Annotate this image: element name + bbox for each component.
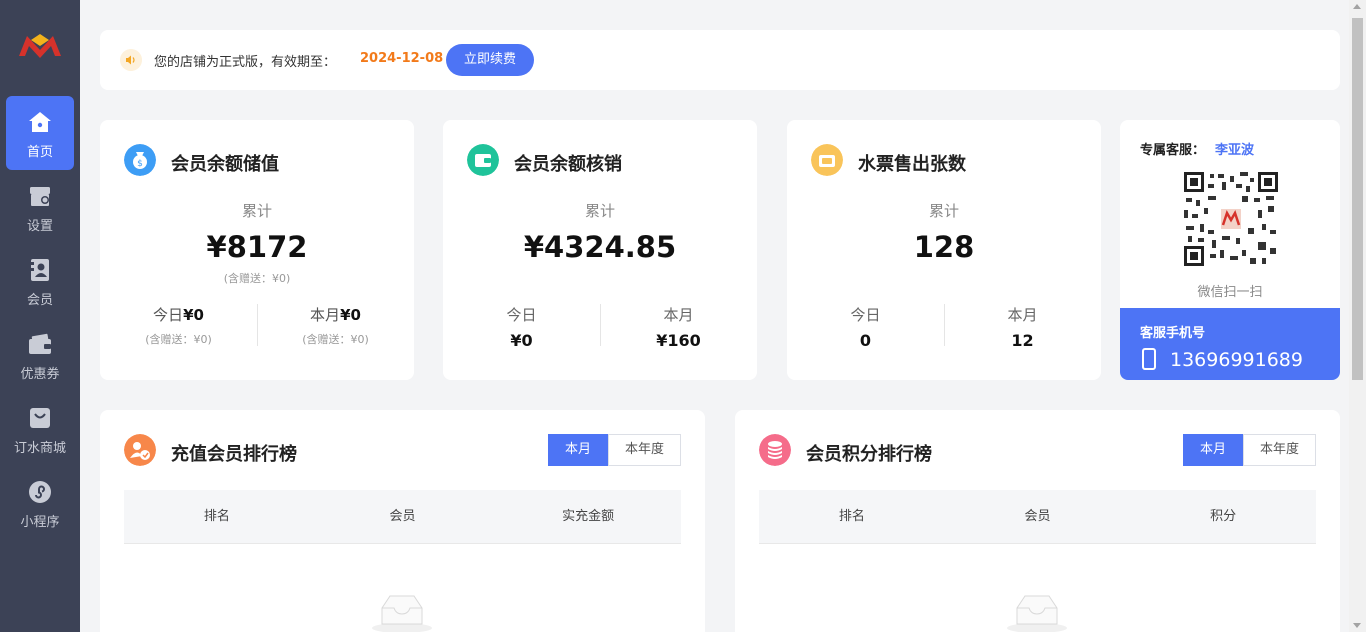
column-header-member: 会员 [389,509,416,524]
table-header: 排名 会员 积分 [759,490,1316,544]
mini-program-icon [29,481,51,503]
today-label: 今日 [153,306,184,324]
today-value: 0 [859,331,872,350]
sidebar-item-label: 会员 [26,293,53,308]
customer-service-card: 专属客服： 李亚波 微信扫一扫 客服手机号 13696991689 [1120,120,1340,380]
card-subtitle: 累计 [928,202,959,220]
sidebar-item-label: 设置 [26,219,53,234]
month-value: ¥160 [656,331,701,350]
expiry-date: 2024-12-08 [360,51,444,66]
member-icon [31,259,49,281]
shopping-bag-icon [30,408,50,428]
stat-card-balance-deposit: $ 会员余额储值 累计 ¥8172 (含赠送：¥0) 今日¥0 (含赠送：¥0)… [100,120,414,380]
ranking-title: 充值会员排行榜 [171,444,297,465]
phone-icon [1142,348,1156,370]
store-settings-icon [30,187,50,206]
money-bag-icon: $ [124,144,156,176]
tab-this-year[interactable]: 本年度 [608,434,681,466]
sidebar-item-water-mall[interactable]: 订水商城 [6,392,74,466]
ticket-icon [811,144,843,176]
month-label: 本月 [663,306,694,324]
today-label: 今日 [506,306,537,324]
speaker-icon [120,49,142,71]
sidebar-item-label: 优惠券 [20,367,60,382]
tab-this-year[interactable]: 本年度 [1243,434,1316,466]
tab-this-month[interactable]: 本月 [548,434,608,466]
scroll-down-icon[interactable] [1353,623,1361,628]
period-toggle: 本月 本年度 [548,434,681,466]
today-value: ¥0 [183,306,204,324]
column-header-member: 会员 [1024,509,1051,524]
stat-card-water-tickets: 水票售出张数 累计 128 今日 0 本月 12 [787,120,1101,380]
card-total-value: ¥8172 [206,230,308,264]
scrollbar-thumb[interactable] [1352,18,1363,380]
sidebar-item-members[interactable]: 会员 [6,244,74,318]
month-gift: (含赠送：¥0) [302,333,369,346]
today-value: ¥0 [510,331,533,350]
empty-inbox-icon [1007,595,1067,632]
sidebar: 首页 设置 会员 优惠券 订水商城 小程序 [0,0,80,632]
card-title: 会员余额储值 [171,154,279,175]
ranking-title: 会员积分排行榜 [806,444,932,465]
sidebar-item-coupons[interactable]: 优惠券 [6,318,74,392]
phone-label: 客服手机号 [1140,326,1206,341]
points-ranking-card: 会员积分排行榜 本月 本年度 排名 会员 积分 [735,410,1340,632]
month-label: 本月 [1007,306,1038,324]
month-stat: 本月 ¥160 [600,304,757,350]
month-value: ¥0 [340,306,361,324]
empty-inbox-icon [372,595,432,632]
home-icon [29,112,51,132]
sidebar-item-settings[interactable]: 设置 [6,170,74,244]
today-label: 今日 [850,306,881,324]
service-label: 专属客服： [1140,143,1206,158]
notice-text: 您的店铺为正式版，有效期至： [154,55,337,70]
sidebar-item-mini-program[interactable]: 小程序 [6,466,74,540]
phone-number: 13696991689 [1170,349,1303,371]
recharge-ranking-card: 充值会员排行榜 本月 本年度 排名 会员 实充金额 [100,410,705,632]
sidebar-item-label: 首页 [26,145,53,160]
notice-bar: 您的店铺为正式版，有效期至： 2024-12-08 立即续费 [100,30,1340,90]
stat-card-balance-redeem: 会员余额核销 累计 ¥4324.85 今日 ¥0 本月 ¥160 [443,120,757,380]
card-total-value: ¥4324.85 [523,230,677,264]
service-name: 李亚波 [1215,143,1255,158]
sidebar-item-label: 订水商城 [13,441,66,456]
vertical-scrollbar[interactable] [1349,0,1366,632]
column-header-rank: 排名 [838,509,865,524]
column-header-amount: 实充金额 [562,509,615,524]
card-subtitle: 累计 [584,202,615,220]
card-title: 会员余额核销 [514,154,622,175]
today-gift: (含赠送：¥0) [145,333,212,346]
month-stat: 本月¥0 (含赠送：¥0) [257,304,414,347]
wallet-icon [29,333,51,354]
table-header: 排名 会员 实充金额 [124,490,681,544]
qr-caption: 微信扫一扫 [1197,285,1263,300]
renew-button[interactable]: 立即续费 [446,44,534,76]
today-stat: 今日¥0 (含赠送：¥0) [100,304,257,347]
wallet-icon [467,144,499,176]
tab-this-month[interactable]: 本月 [1183,434,1243,466]
column-header-rank: 排名 [203,509,230,524]
card-total-value: 128 [913,230,975,264]
service-phone-panel: 客服手机号 13696991689 [1120,308,1340,380]
column-header-points: 积分 [1210,509,1237,524]
coin-stack-icon [759,434,791,466]
scroll-up-icon[interactable] [1353,4,1361,9]
month-stat: 本月 12 [944,304,1101,350]
period-toggle: 本月 本年度 [1183,434,1316,466]
today-stat: 今日 ¥0 [443,304,600,350]
today-stat: 今日 0 [787,304,944,350]
card-title: 水票售出张数 [858,154,966,175]
sidebar-item-home[interactable]: 首页 [6,96,74,170]
month-label: 本月 [310,306,341,324]
member-recharge-icon [124,434,156,466]
svg-text:$: $ [137,159,143,169]
month-value: 12 [1011,331,1034,350]
card-total-gift: (含赠送：¥0) [223,272,291,285]
card-subtitle: 累计 [241,202,272,220]
qr-code [1182,170,1280,268]
brand-logo [19,34,61,58]
sidebar-item-label: 小程序 [20,515,60,530]
